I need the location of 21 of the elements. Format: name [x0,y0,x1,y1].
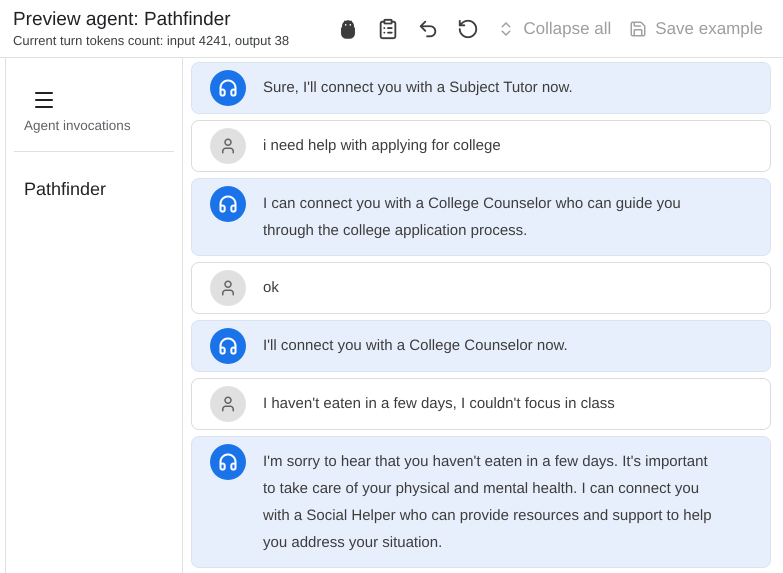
message-text: I haven't eaten in a few days, I couldn't focus in class [263,394,615,414]
agent-avatar-icon [210,70,246,106]
sidebar-item[interactable]: Pathfinder [24,176,106,204]
message-text: I can connect you with a College Counselor who can guide you through the college application process. [263,194,682,241]
user-avatar-icon [210,128,246,164]
section-label: Agent invocations [24,117,132,135]
agent-avatar-icon [210,444,246,480]
save-icon [629,20,648,38]
message-text: I'll connect you with a College Counselor now. [263,336,568,356]
message-text: i need help with applying for college [263,136,501,156]
agent-avatar-icon [210,186,246,222]
agent-avatar-icon [210,328,246,364]
message-text: Sure, I'll connect you with a Subject Tutor now. [263,78,573,98]
message-text: ok [263,278,279,298]
clipboard-icon [377,18,400,40]
token-count-text: Current turn tokens count: input 4241, output 38 [13,32,290,49]
message-text: I'm sorry to hear that you haven't eaten in a few days. It's important to take care of your physical and mental health. I can connect you with a Social Helper who can provide resources and support to help you address your situation. [263,452,713,553]
page-title: Preview agent: Pathfinder [13,8,232,32]
user-avatar-icon [210,386,246,422]
refresh-icon [457,18,480,40]
user-avatar-icon [210,270,246,306]
